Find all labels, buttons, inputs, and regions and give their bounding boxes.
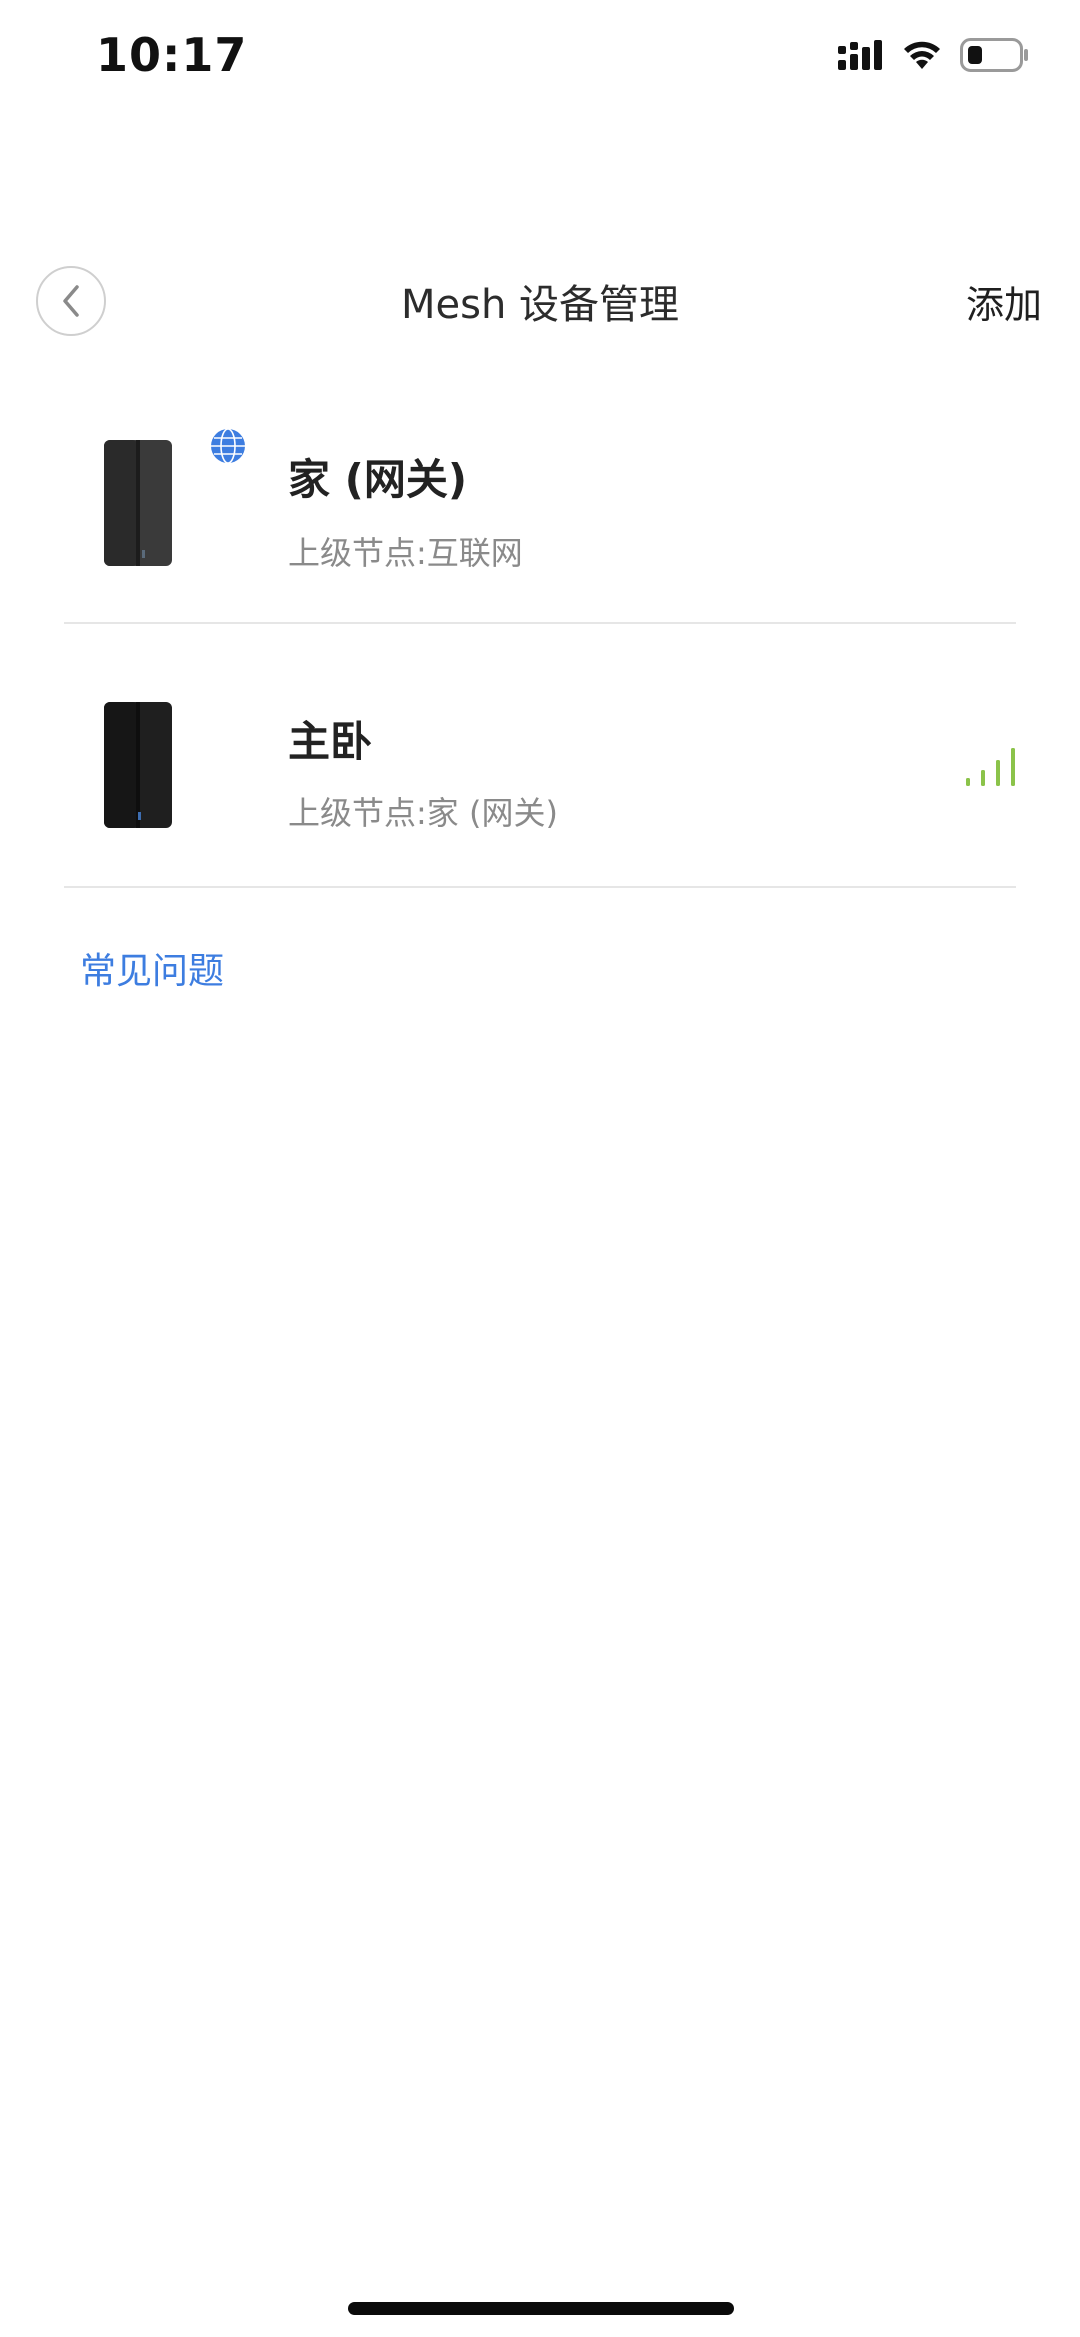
home-indicator: [348, 2302, 734, 2315]
status-icons: [838, 38, 1030, 72]
status-time: 10:17: [96, 28, 248, 82]
add-button[interactable]: 添加: [966, 274, 1042, 329]
signal-bars-icon: [838, 40, 882, 70]
device-row-bedroom[interactable]: [64, 674, 1016, 884]
divider: [64, 622, 1016, 624]
faq-link[interactable]: 常见问题: [80, 942, 224, 994]
device-name: 主卧: [288, 717, 373, 766]
page-title: Mesh 设备管理: [400, 282, 680, 328]
device-name: 家 (网关): [288, 455, 468, 504]
signal-strength-icon: [966, 748, 1015, 786]
device-parent: 上级节点:互联网: [288, 534, 523, 572]
router-image: [104, 702, 172, 828]
battery-icon: [960, 38, 1028, 72]
wifi-icon: [904, 41, 940, 69]
divider: [64, 886, 1016, 888]
device-row-gateway[interactable]: [64, 410, 1016, 620]
device-parent: 上级节点:家 (网关): [288, 794, 558, 832]
globe-icon: [211, 428, 245, 464]
router-image: [104, 440, 172, 566]
